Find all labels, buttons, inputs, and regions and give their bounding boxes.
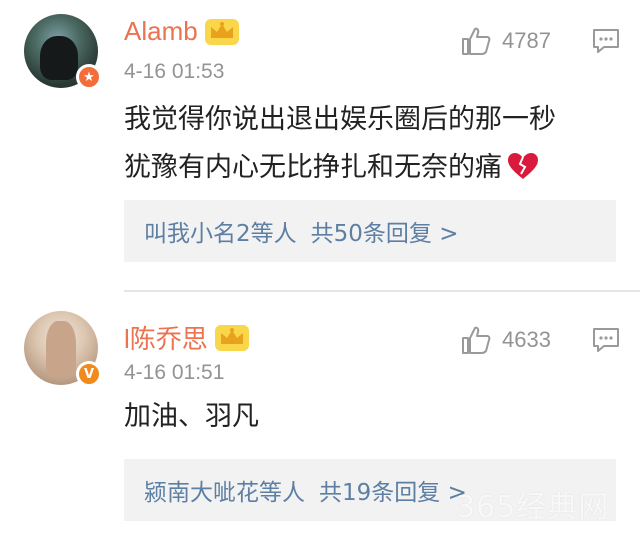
reply-users: 叫我小名2等人 xyxy=(144,221,297,247)
replies-link[interactable]: 叫我小名2等人 共50条回复 > xyxy=(124,200,616,262)
reply-users: 颍南大呲花等人 xyxy=(144,480,305,506)
like-button[interactable]: 4633 xyxy=(460,325,551,355)
comment-line: 犹豫有内心无比挣扎和无奈的痛 xyxy=(124,152,502,183)
comment-line: 我觉得你说出退出娱乐圈后的那一秒 xyxy=(124,104,556,135)
divider xyxy=(124,290,640,292)
username-row: l陈乔思 xyxy=(124,319,250,356)
watermark: 365经典网 xyxy=(456,490,610,525)
comment-text: 加油、羽凡 xyxy=(124,393,259,441)
reply-count: 共19条回复 > xyxy=(319,480,467,506)
comment-item: ★ Alamb 4-16 01:53 4787 我觉得你说出退出娱乐圈后的那一秒… xyxy=(0,0,640,290)
crown-icon xyxy=(204,18,239,45)
crown-icon xyxy=(214,324,249,351)
thumbs-up-icon xyxy=(462,27,491,55)
badge-icon: ★ xyxy=(76,64,102,90)
broken-heart-icon xyxy=(508,153,538,179)
username[interactable]: l陈乔思 xyxy=(124,319,208,356)
like-button[interactable]: 4787 xyxy=(460,26,551,56)
comment-line-wrap: 犹豫有内心无比挣扎和无奈的痛 xyxy=(124,144,556,192)
thumbs-up-icon xyxy=(462,326,491,354)
comment-icon[interactable] xyxy=(592,327,620,353)
timestamp: 4-16 01:53 xyxy=(124,60,225,83)
comment-line: 加油、羽凡 xyxy=(124,401,259,432)
username-row: Alamb xyxy=(124,16,240,47)
comment-text: 我觉得你说出退出娱乐圈后的那一秒 犹豫有内心无比挣扎和无奈的痛 xyxy=(124,96,556,192)
reply-count: 共50条回复 > xyxy=(310,221,459,247)
timestamp: 4-16 01:51 xyxy=(124,361,225,384)
verified-badge-icon: V xyxy=(76,361,102,387)
like-count: 4633 xyxy=(502,327,551,352)
comment-icon[interactable] xyxy=(592,28,620,54)
like-count: 4787 xyxy=(502,28,551,53)
username[interactable]: Alamb xyxy=(124,16,198,47)
